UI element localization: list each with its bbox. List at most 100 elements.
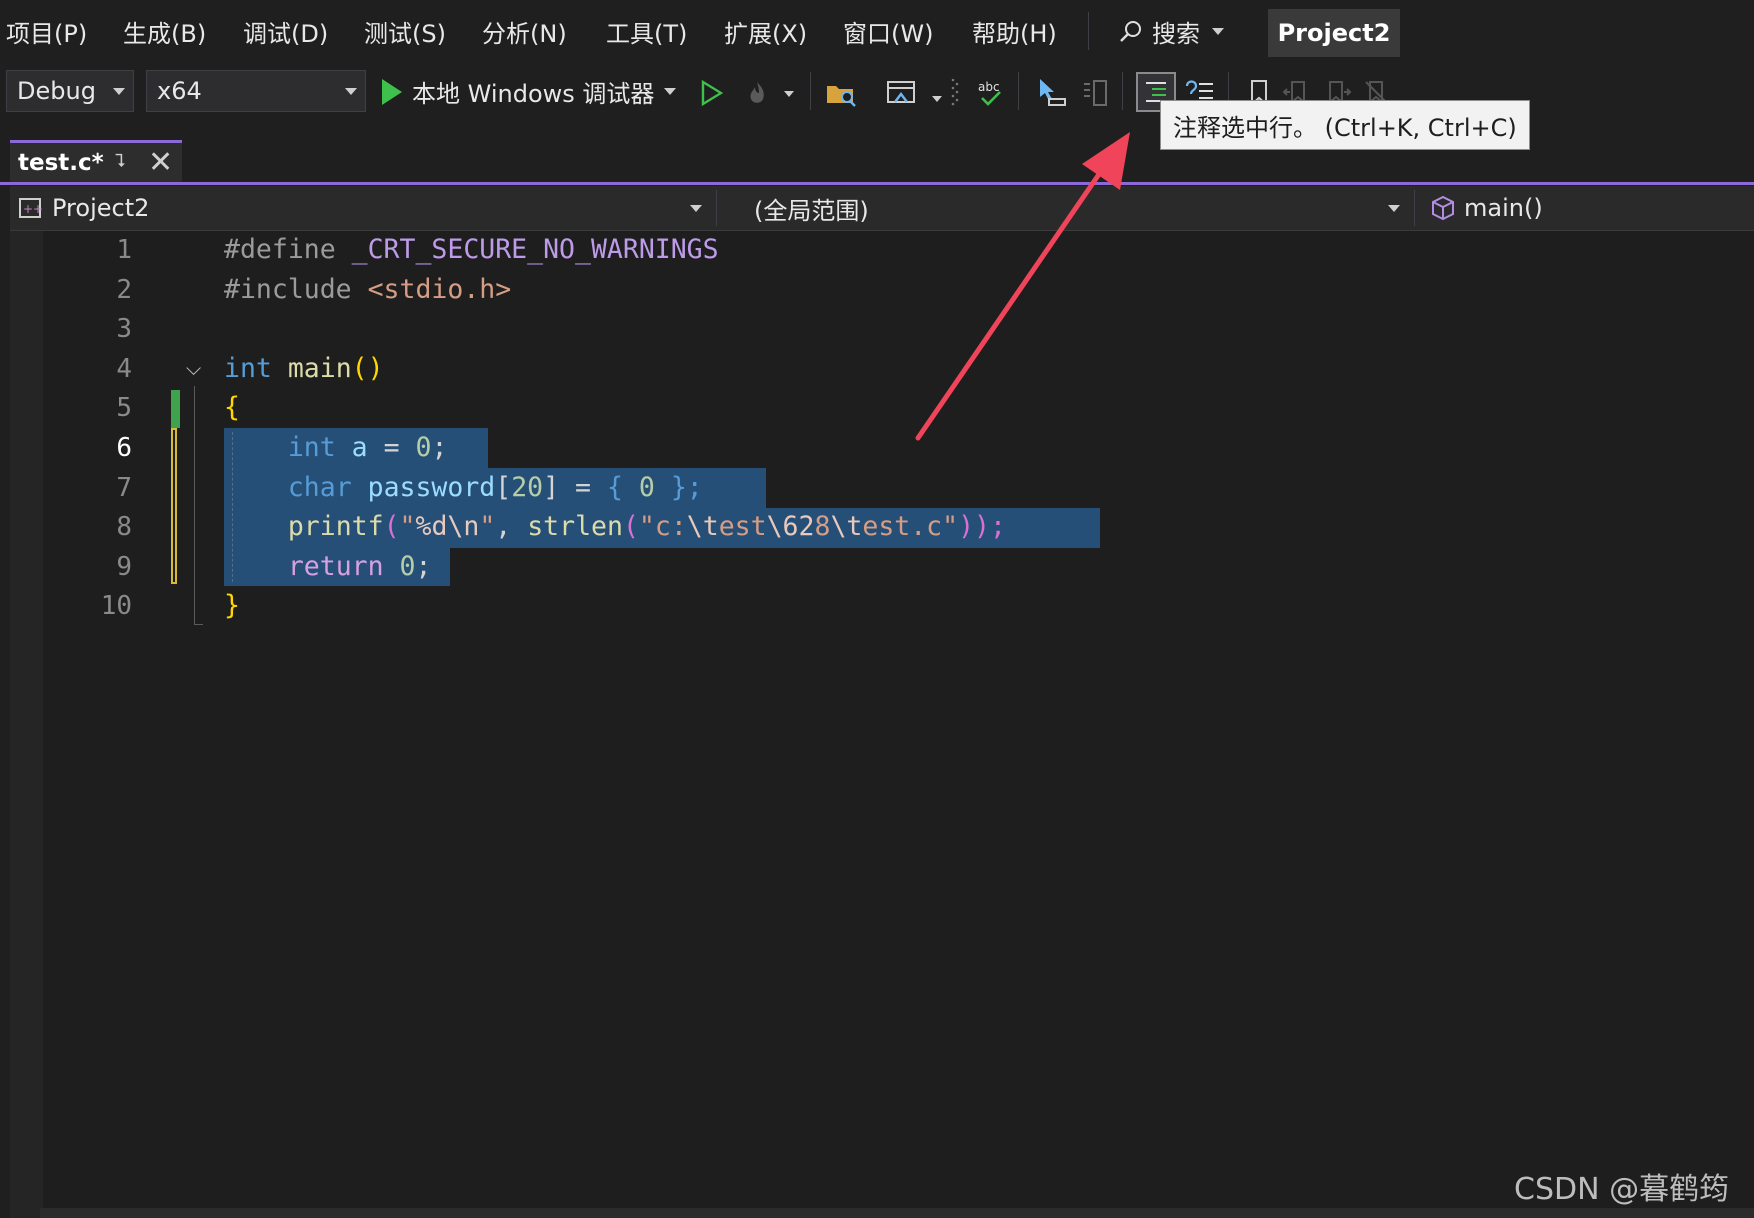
code-token: () xyxy=(351,352,384,384)
code-token: )); xyxy=(958,511,1006,543)
code-token: { xyxy=(606,471,639,503)
menu-test[interactable]: 测试(S) xyxy=(364,14,446,49)
code-token: } xyxy=(224,590,240,622)
chevron-down-icon xyxy=(113,88,125,95)
solution-name-badge: Project2 xyxy=(1268,9,1400,57)
scope-dropdown[interactable]: (全局范围) xyxy=(754,186,1414,230)
code-token: #define xyxy=(224,234,352,265)
menu-extensions[interactable]: 扩展(X) xyxy=(724,14,807,49)
line-number: 1 xyxy=(116,235,132,265)
code-line: int main() xyxy=(224,350,384,388)
chevron-down-icon xyxy=(1388,205,1400,212)
menu-help[interactable]: 帮助(H) xyxy=(972,14,1057,49)
code-token: "c: xyxy=(638,511,687,543)
code-token: est.c" xyxy=(862,511,959,543)
line-number: 9 xyxy=(116,551,132,582)
toolbar-separator xyxy=(1122,72,1123,110)
code-token: \t xyxy=(830,511,863,543)
platform-dropdown[interactable]: x64 xyxy=(146,70,366,112)
menu-window[interactable]: 窗口(W) xyxy=(843,14,933,49)
spell-check-button[interactable]: abc xyxy=(974,76,1008,110)
code-token: printf xyxy=(287,511,384,543)
home-window-icon xyxy=(887,81,915,103)
fold-guide-end xyxy=(194,624,203,625)
chevron-down-icon xyxy=(1212,28,1224,35)
start-debugging-button[interactable]: 本地 Windows 调试器 xyxy=(382,74,677,109)
saved-change-marker xyxy=(171,390,180,428)
menu-build[interactable]: 生成(B) xyxy=(123,14,206,49)
hot-reload-button[interactable] xyxy=(740,76,774,110)
search-icon xyxy=(1120,20,1141,42)
member-dropdown[interactable]: main() xyxy=(1430,186,1750,230)
code-token: 8 xyxy=(814,511,831,543)
code-token: 0 xyxy=(638,471,655,503)
code-token: \t xyxy=(686,511,719,543)
unsaved-change-marker xyxy=(171,428,177,584)
code-token: ; xyxy=(415,550,432,582)
fold-guide xyxy=(194,386,195,624)
close-icon[interactable]: ✕ xyxy=(148,145,173,180)
line-number: 6 xyxy=(116,433,132,463)
line-number: 10 xyxy=(100,591,132,622)
chevron-down-icon xyxy=(690,205,702,212)
select-tool-button[interactable] xyxy=(1034,76,1068,110)
find-in-files-button[interactable] xyxy=(824,76,858,110)
code-token: 0 xyxy=(415,432,432,463)
code-token: ( xyxy=(622,511,639,543)
nav-separator xyxy=(716,190,717,226)
code-token: int xyxy=(224,352,288,384)
search-label: 搜索 xyxy=(1152,20,1200,48)
code-line: char password[20] = { 0 }; xyxy=(224,469,703,507)
watermark: CSDN @暮鹤筠 xyxy=(1514,1172,1730,1207)
menu-tools[interactable]: 工具(T) xyxy=(606,14,687,49)
configuration-value: Debug xyxy=(17,77,96,105)
code-token: ( xyxy=(383,511,400,543)
collapse-chevron-icon[interactable]: ⌵ xyxy=(186,356,201,380)
project-icon: ++ xyxy=(19,198,43,218)
scope-name: (全局范围) xyxy=(754,196,869,225)
method-cube-icon xyxy=(1432,195,1454,221)
line-number: 8 xyxy=(116,512,132,543)
code-token: password xyxy=(367,471,496,503)
code-line: { xyxy=(224,389,240,427)
code-token: main xyxy=(287,352,352,384)
grip-icon xyxy=(951,78,959,106)
horizontal-scrollbar[interactable] xyxy=(40,1208,1754,1218)
cursor-icon xyxy=(1040,79,1066,106)
search-box[interactable]: 搜索 xyxy=(1118,14,1224,49)
line-number: 3 xyxy=(116,314,132,345)
play-outline-icon xyxy=(701,80,723,106)
pin-icon[interactable]: ⮧ xyxy=(115,151,126,172)
code-token: \62 xyxy=(766,511,815,543)
chevron-down-icon xyxy=(932,96,942,102)
format-icon xyxy=(1084,80,1107,106)
menu-analyze[interactable]: 分析(N) xyxy=(482,14,567,49)
code-token: ] = xyxy=(543,471,607,503)
code-line: #define _CRT_SECURE_NO_WARNINGS xyxy=(224,231,719,269)
menu-project[interactable]: 项目(P) xyxy=(6,14,87,49)
publish-button[interactable] xyxy=(884,76,918,110)
menu-separator xyxy=(1088,12,1089,50)
code-line: return 0; xyxy=(224,548,432,586)
menu-debug[interactable]: 调试(D) xyxy=(243,14,328,49)
toolbar-separator xyxy=(1018,72,1019,110)
debugger-label: 本地 Windows 调试器 xyxy=(412,80,655,108)
code-token: " xyxy=(399,511,416,543)
format-document-button[interactable] xyxy=(1078,76,1112,110)
code-token: }; xyxy=(654,471,703,503)
code-token: a xyxy=(351,432,368,463)
project-dropdown[interactable]: ++ Project2 xyxy=(18,186,708,230)
code-token: %d\n xyxy=(415,511,480,543)
configuration-dropdown[interactable]: Debug xyxy=(6,70,134,112)
code-line: printf("%d\n", strlen("c:\test\628\test.… xyxy=(224,508,1006,546)
start-without-debugging-button[interactable] xyxy=(694,76,728,110)
spell-check-icon: abc xyxy=(978,80,1001,106)
svg-text:++: ++ xyxy=(23,202,43,216)
tab-test-c[interactable]: test.c* ⮧ ✕ xyxy=(10,140,182,183)
nav-separator xyxy=(1414,190,1415,226)
code-token: return xyxy=(287,550,400,582)
tab-accent-line xyxy=(0,182,1754,185)
code-line: int a = 0; xyxy=(224,429,448,467)
